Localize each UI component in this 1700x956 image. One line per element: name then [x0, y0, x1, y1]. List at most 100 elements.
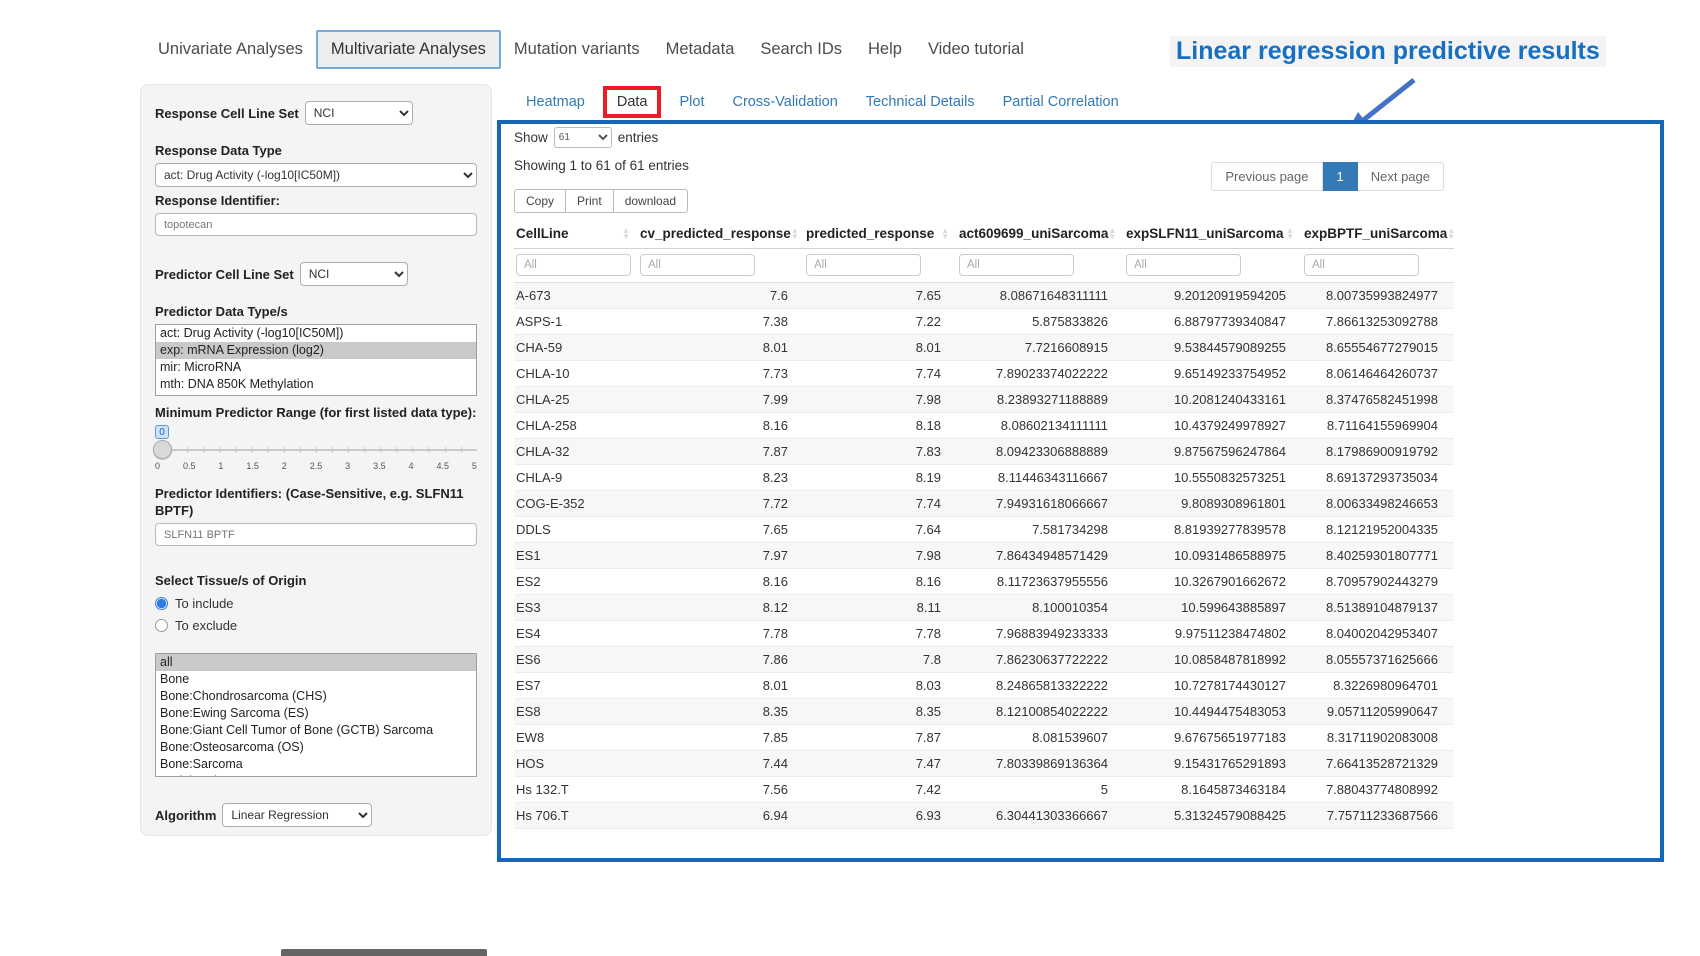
next-page-button[interactable]: Next page	[1358, 162, 1444, 191]
value-cell: 8.3226980964701	[1302, 673, 1454, 699]
cellline-cell: ES4	[514, 621, 638, 647]
bottom-edge-artifact	[281, 949, 487, 956]
tab-partial-correlation[interactable]: Partial Correlation	[989, 86, 1133, 118]
column-header-expbptf-unisarcoma[interactable]: expBPTF_uniSarcoma▲▼	[1302, 219, 1454, 249]
response-data-type-select[interactable]: act: Drug Activity (-log10[IC50M])	[155, 163, 477, 187]
predictor-identifiers-label: Predictor Identifiers: (Case-Sensitive, …	[155, 485, 477, 519]
tissue-option[interactable]: Bone:Giant Cell Tumor of Bone (GCTB) Sar…	[156, 722, 476, 739]
slider-track[interactable]	[155, 449, 477, 451]
predictor-cell-line-set-select[interactable]: NCI	[300, 262, 408, 286]
value-cell: 8.35	[804, 699, 957, 725]
tissue-radio-to-exclude[interactable]: To exclude	[155, 618, 477, 633]
column-filter-input-predicted-response[interactable]	[806, 254, 921, 276]
nav-item-multivariate-analyses[interactable]: Multivariate Analyses	[316, 30, 501, 69]
predictor-type-option[interactable]: mir: MicroRNA	[156, 359, 476, 376]
predictor-identifiers-input[interactable]	[155, 523, 477, 546]
download-button[interactable]: download	[613, 189, 688, 213]
tissue-option[interactable]: Bone:Sarcoma	[156, 756, 476, 773]
column-filter-input-act609699-unisarcoma[interactable]	[959, 254, 1074, 276]
nav-item-univariate-analyses[interactable]: Univariate Analyses	[145, 32, 316, 67]
slider-tick-label: 1	[218, 461, 223, 471]
table-row: CHLA-98.238.198.1144634311666710.5550832…	[514, 465, 1454, 491]
sort-icon[interactable]: ▲▼	[1447, 228, 1455, 240]
sort-icon[interactable]: ▲▼	[1286, 228, 1294, 240]
slider-tick-label: 5	[472, 461, 477, 471]
value-cell: 8.51389104879137	[1302, 595, 1454, 621]
show-entries-row: Show 61 entries	[514, 127, 1647, 148]
show-entries-select[interactable]: 61	[554, 127, 612, 148]
response-identifier-input[interactable]	[155, 213, 477, 236]
nav-item-help[interactable]: Help	[855, 32, 915, 67]
sort-icon[interactable]: ▲▼	[1108, 228, 1116, 240]
value-cell: 9.97511238474802	[1124, 621, 1302, 647]
sort-icon[interactable]: ▲▼	[941, 228, 949, 240]
tab-plot[interactable]: Plot	[665, 86, 718, 118]
column-filter-input-expslfn11-unisarcoma[interactable]	[1126, 254, 1241, 276]
filter-cell	[957, 249, 1124, 283]
column-filter-input-cv-predicted-response[interactable]	[640, 254, 755, 276]
tissue-option[interactable]: all	[156, 654, 476, 671]
tab-data[interactable]: Data	[603, 86, 662, 118]
cellline-cell: EW8	[514, 725, 638, 751]
column-header-cellline[interactable]: CellLine▲▼	[514, 219, 638, 249]
tab-cross-validation[interactable]: Cross-Validation	[718, 86, 851, 118]
copy-button[interactable]: Copy	[514, 189, 566, 213]
predictor-type-option[interactable]: mth: DNA 850K Methylation	[156, 376, 476, 393]
value-cell: 7.80339869136364	[957, 751, 1124, 777]
sort-down-icon: ▼	[622, 234, 630, 240]
value-cell: 10.7278174430127	[1124, 673, 1302, 699]
column-header-label: expSLFN11_uniSarcoma	[1126, 226, 1284, 241]
value-cell: 7.8	[804, 647, 957, 673]
value-cell: 8.81939277839578	[1124, 517, 1302, 543]
filter-cell	[1124, 249, 1302, 283]
value-cell: 7.86	[638, 647, 804, 673]
column-header-cv-predicted-response[interactable]: cv_predicted_response▲▼	[638, 219, 804, 249]
value-cell: 7.66413528721329	[1302, 751, 1454, 777]
previous-page-button[interactable]: Previous page	[1211, 162, 1322, 191]
sort-icon[interactable]: ▲▼	[791, 228, 799, 240]
pagination: Previous page 1 Next page	[1211, 162, 1444, 191]
page-number-button[interactable]: 1	[1323, 162, 1358, 191]
table-row: CHLA-107.737.747.890233740222229.6514923…	[514, 361, 1454, 387]
column-filter-input-cellline[interactable]	[516, 254, 631, 276]
response-cell-line-set-select[interactable]: NCI	[305, 101, 413, 125]
min-predictor-range-slider[interactable]: 0 00.511.522.533.544.55	[155, 425, 477, 475]
tissues-label: Select Tissue/s of Origin	[155, 572, 477, 589]
slider-tick-label: 1.5	[246, 461, 259, 471]
nav-item-video-tutorial[interactable]: Video tutorial	[915, 32, 1037, 67]
sort-icon[interactable]: ▲▼	[622, 228, 630, 240]
value-cell: 7.87	[804, 725, 957, 751]
nav-item-search-ids[interactable]: Search IDs	[747, 32, 855, 67]
tissues-listbox[interactable]: allBoneBone:Chondrosarcoma (CHS)Bone:Ewi…	[155, 653, 477, 777]
value-cell: 7.99	[638, 387, 804, 413]
results-panel: Show 61 entries Showing 1 to 61 of 61 en…	[497, 120, 1664, 862]
value-cell: 8.1645873463184	[1124, 777, 1302, 803]
min-predictor-range-label: Minimum Predictor Range (for first liste…	[155, 404, 477, 421]
value-cell: 8.00735993824977	[1302, 283, 1454, 309]
slider-handle[interactable]	[153, 440, 172, 459]
tissue-option[interactable]: Bone:Osteosarcoma (OS)	[156, 739, 476, 756]
cellline-cell: ES2	[514, 569, 638, 595]
tissue-option[interactable]: Bone:Ewing Sarcoma (ES)	[156, 705, 476, 722]
predictor-type-option[interactable]: exp: mRNA Expression (log2)	[156, 342, 476, 359]
tab-heatmap[interactable]: Heatmap	[512, 86, 599, 118]
tissue-option[interactable]: Bone	[156, 671, 476, 688]
print-button[interactable]: Print	[565, 189, 614, 213]
column-header-act609699-unisarcoma[interactable]: act609699_uniSarcoma▲▼	[957, 219, 1124, 249]
predictor-data-types-listbox[interactable]: act: Drug Activity (-log10[IC50M])exp: m…	[155, 324, 477, 396]
nav-item-metadata[interactable]: Metadata	[653, 32, 748, 67]
algorithm-select[interactable]: Linear Regression	[222, 803, 372, 827]
sort-down-icon: ▼	[1447, 234, 1455, 240]
show-entries-prefix: Show	[514, 130, 548, 145]
column-header-predicted-response[interactable]: predicted_response▲▼	[804, 219, 957, 249]
value-cell: 8.08602134111111	[957, 413, 1124, 439]
predictor-type-option[interactable]: act: Drug Activity (-log10[IC50M])	[156, 325, 476, 342]
top-nav: Univariate AnalysesMultivariate Analyses…	[145, 30, 1037, 69]
tissue-option[interactable]: Bone:Chondrosarcoma (CHS)	[156, 688, 476, 705]
column-header-expslfn11-unisarcoma[interactable]: expSLFN11_uniSarcoma▲▼	[1124, 219, 1302, 249]
cellline-cell: COG-E-352	[514, 491, 638, 517]
tab-technical-details[interactable]: Technical Details	[852, 86, 989, 118]
nav-item-mutation-variants[interactable]: Mutation variants	[501, 32, 653, 67]
tissue-radio-to-include[interactable]: To include	[155, 596, 477, 611]
column-filter-input-expbptf-unisarcoma[interactable]	[1304, 254, 1419, 276]
